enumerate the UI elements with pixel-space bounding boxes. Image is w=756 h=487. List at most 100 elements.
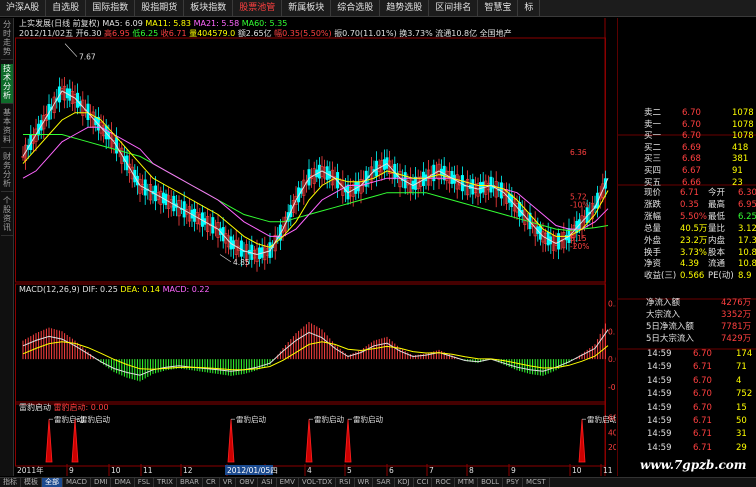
quote-value-1: 40.5万 [680,223,708,234]
indicator-tab-7[interactable]: TRIX [154,478,177,487]
top-tab-3[interactable]: 股指期货 [135,0,185,17]
quote-label-2: 今开 [708,188,726,198]
tick-row: 14:59 6.70 4 [618,376,756,387]
tick-volume: 4 [736,375,742,386]
tick-time: 14:59 [647,375,672,386]
top-tab-7[interactable]: 综合选股 [331,0,381,17]
order-volume: 1078 [732,131,754,142]
top-tab-4[interactable]: 板块指数 [184,0,234,17]
month-label-9: 7 [429,466,434,475]
left-tab-0[interactable]: 分时走势 [1,20,13,60]
indicator-tab-11[interactable]: OBV [236,478,259,487]
indicator-tab-9[interactable]: CR [203,478,220,487]
indicator-tab-3[interactable]: MACD [63,478,91,487]
bar-change: 幅0.35(5.50%) [274,29,332,38]
tick-row: 14:59 6.71 50 [618,416,756,427]
quote-label-1: 净资 [644,259,662,270]
bar-high: 高6.95 [104,29,130,38]
indicator-tab-4[interactable]: DMI [91,478,112,487]
ma21-label: MA21: 5.58 [193,19,240,28]
fund-flow-label: 净流入额 [646,298,681,308]
indicator-tab-14[interactable]: VOL-TDX [299,478,337,487]
high-marker-arrow [64,43,78,57]
signal-tick-2: 20.00 [608,443,616,452]
indicator-tab-20[interactable]: ROC [432,478,455,487]
top-tab-6[interactable]: 新属板块 [282,0,332,17]
indicator-tab-8[interactable]: BRAR [177,478,203,487]
bar-float: 流通10.8亿 [435,29,478,38]
signal-label: 雷豹启动 [80,414,110,424]
top-tab-bar: 沪深A股 自选股 国际指数 股指期货 板块指数 股票池管 新属板块 综合选股 趋势选股 区间排名智… [0,0,756,17]
order-label: 买二 [644,142,662,153]
order-price: 6.70 [682,108,701,118]
indicator-tab-6[interactable]: FSL [135,478,154,487]
indicator-tab-10[interactable]: VR [220,478,237,487]
top-tab-5[interactable]: 股票池管 [233,0,283,17]
left-tab-2[interactable]: 基本资料 [1,108,13,148]
watermark: www.7gpzb.com [640,458,747,472]
quote-row: 总量 40.5万 量比 3.12 [618,224,756,235]
indicator-tab-2[interactable]: 全部 [42,478,63,487]
indicator-tab-23[interactable]: PSY [503,478,524,487]
chart-area[interactable]: 6.365.72-10%5.15-20%7.674.850.300.150.00… [15,18,616,476]
top-tab-9[interactable]: 区间排名 [429,0,479,17]
indicator-tab-5[interactable]: DMA [111,478,135,487]
fund-flow-label: 5日净流入额 [646,321,694,332]
left-tab-1[interactable]: 技术分析 [1,64,13,104]
tick-time: 14:59 [647,402,672,413]
indicator-tab-13[interactable]: EMV [277,478,299,487]
quote-label-1: 换手 [644,247,662,258]
month-label-0: 9 [69,466,74,475]
top-tab-2[interactable]: 国际指数 [86,0,136,17]
quote-value-1: 4.39 [680,259,699,270]
macd-dif: DIF: 0.25 [82,285,118,294]
indicator-tab-24[interactable]: MCST [523,478,550,487]
quote-label-2: PE(动) [708,271,734,282]
month-label-13: 11 [603,466,613,475]
top-tab-8[interactable]: 趋势选股 [380,0,430,17]
tick-row: 14:59 6.71 71 [618,362,756,373]
indicator-tab-16[interactable]: WR [355,478,374,487]
bar-low: 低6.25 [132,29,159,38]
indicator-tab-12[interactable]: ASI [258,478,277,487]
fund-flow-value: 4276万 [721,298,752,308]
order-label: 买一 [644,131,662,142]
indicator-tab-15[interactable]: RSI [336,478,355,487]
month-label-11: 9 [511,466,516,475]
top-tab-10[interactable]: 智慧宝 [478,0,519,17]
quote-value-2: 10.8亿 [738,247,756,258]
tick-volume: 752 [736,389,753,400]
indicator-tab-0[interactable]: 指标 [0,478,21,487]
indicator-tab-19[interactable]: CCI [414,478,433,487]
quote-row: 净资 4.39 流通 10.8亿 [618,259,756,270]
tick-time: 14:59 [647,349,672,359]
indicator-tab-21[interactable]: MTM [455,478,479,487]
quote-row: 涨幅 5.50% 最低 6.25 [618,212,756,223]
signal-tick-0: 60.00 [608,414,616,423]
left-side-tabs: 分时走势技术分析基本资料财务分析个股资讯 [0,18,14,476]
top-tab-1[interactable]: 自选股 [46,0,87,17]
order-book-row: 买二 6.69 418 [618,143,756,154]
order-book-row: 买五 6.66 23 [618,178,756,189]
left-tab-4[interactable]: 个股资讯 [1,196,13,236]
top-tab-11[interactable]: 标 [518,0,541,17]
indicator-tab-1[interactable]: 模板 [21,478,42,487]
ma60-label: MA60: 5.35 [241,19,288,28]
low-marker-arrow [219,254,232,263]
indicator-tab-18[interactable]: KDJ [395,478,414,487]
left-tab-3[interactable]: 财务分析 [1,152,13,192]
indicator-tab-17[interactable]: SAR [373,478,395,487]
order-volume: 91 [732,166,743,176]
quote-label-2: 最高 [708,199,726,210]
signal-title: 雷豹启动 [19,403,51,412]
month-label-3: 12 [183,466,193,475]
quote-row: 涨跌 0.35 最高 6.95 [618,200,756,211]
indicator-tab-22[interactable]: BOLL [478,478,504,487]
pane-frame-0 [15,37,606,283]
quote-label-2: 流通 [708,259,726,270]
signal-spike [227,419,235,463]
chart-header-line1: 上实发展(日线 前复权) MA5: 6.09 MA11: 5.83 MA21: … [19,19,287,29]
top-tab-0[interactable]: 沪深A股 [0,0,47,17]
tick-price: 6.70 [693,402,712,413]
order-label: 买五 [644,177,662,188]
